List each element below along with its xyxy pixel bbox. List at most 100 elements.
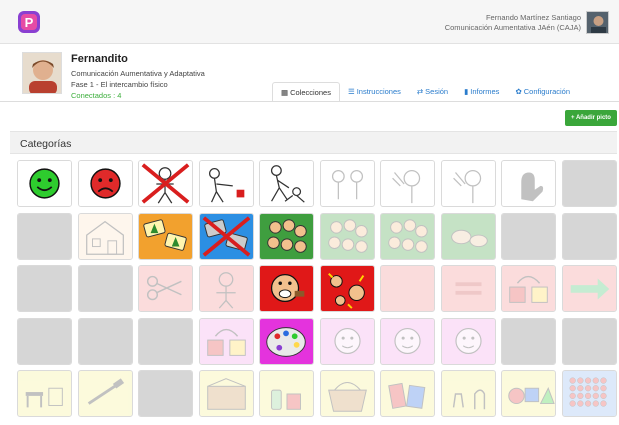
faded-crowd-picto[interactable] <box>380 212 435 260</box>
faded-many-picto[interactable] <box>561 370 617 417</box>
faded-squares-picto[interactable] <box>198 317 254 365</box>
student-communication: Comunicación Aumentativa y Adaptativa <box>71 69 205 78</box>
faded-tools-picto[interactable] <box>77 370 133 417</box>
no-picto[interactable] <box>138 160 193 207</box>
empty-picto[interactable] <box>77 317 133 365</box>
user-avatar[interactable] <box>586 11 609 34</box>
faded-face-picto[interactable] <box>319 317 375 365</box>
help-picto[interactable] <box>259 160 314 207</box>
exchange-icon: ⇄ <box>416 87 424 96</box>
empty-picto[interactable] <box>138 370 193 417</box>
user-name: Fernando Martínez Santiago <box>485 13 581 22</box>
picto-image <box>18 318 71 364</box>
picto-image <box>502 318 555 364</box>
tab-configuracion[interactable]: ✿ Configuración <box>507 82 578 101</box>
faded-books-picto[interactable] <box>380 370 435 417</box>
faded-animals-picto[interactable] <box>440 212 496 260</box>
picto-image <box>18 266 71 311</box>
angry-picto[interactable] <box>319 265 375 312</box>
picto-image <box>199 318 253 364</box>
picto-image <box>199 371 253 416</box>
empty-picto[interactable] <box>561 212 617 260</box>
faded-furniture-picto[interactable] <box>17 370 72 417</box>
empty-picto[interactable] <box>561 317 617 365</box>
svg-text:P: P <box>25 15 34 30</box>
faded-faces-picto[interactable] <box>380 317 435 365</box>
palette-picto[interactable] <box>259 317 314 365</box>
group-faces-picto[interactable] <box>259 212 314 260</box>
faded-box-picto[interactable] <box>198 370 254 417</box>
picto-image <box>199 213 253 259</box>
add-picto-button[interactable]: + Añadir picto <box>565 110 617 126</box>
faded-smile-picto[interactable] <box>440 317 496 365</box>
faded-people-picto[interactable] <box>319 160 375 207</box>
faded-change-picto[interactable] <box>501 265 556 312</box>
main-tabs: ▦ Colecciones ☰ Instrucciones ⇄ Sesión ▮ Inf… <box>272 82 578 101</box>
user-info[interactable]: Fernando Martínez Santiago Comunicación … <box>445 13 581 33</box>
tab-instrucciones[interactable]: ☰ Instrucciones <box>340 82 409 101</box>
empty-picto[interactable] <box>17 212 72 260</box>
empty-picto[interactable] <box>501 317 556 365</box>
picto-image <box>502 213 555 259</box>
faded-bye-picto[interactable] <box>440 160 496 207</box>
picto-image <box>441 266 495 311</box>
empty-picto[interactable] <box>17 317 72 365</box>
faded-arrow-picto[interactable] <box>561 265 617 312</box>
eat-picto[interactable] <box>259 265 314 312</box>
picto-image <box>199 161 253 206</box>
student-phase: Fase 1 - El intercambio físico <box>71 80 168 89</box>
faded-red-picto[interactable] <box>380 265 435 312</box>
trees-picto[interactable] <box>138 212 193 260</box>
picto-image <box>78 371 132 416</box>
faded-body-picto[interactable] <box>440 370 496 417</box>
happy-face-picto[interactable] <box>17 160 72 207</box>
picto-image <box>562 318 616 364</box>
student-avatar <box>22 52 62 94</box>
picto-image <box>562 161 616 206</box>
faded-hello-picto[interactable] <box>380 160 435 207</box>
picto-image <box>441 318 495 364</box>
picto-image <box>260 161 313 206</box>
faded-house-picto[interactable] <box>77 212 133 260</box>
faded-person-picto[interactable] <box>198 265 254 312</box>
empty-picto[interactable] <box>501 212 556 260</box>
picto-image <box>441 213 495 259</box>
faded-basket-picto[interactable] <box>319 370 375 417</box>
picto-image <box>78 266 132 311</box>
faded-equal-picto[interactable] <box>440 265 496 312</box>
picto-image <box>320 161 374 206</box>
picto-image <box>441 371 495 416</box>
picto-image <box>562 371 616 416</box>
empty-picto[interactable] <box>561 160 617 207</box>
empty-picto[interactable] <box>138 317 193 365</box>
faded-group-picto[interactable] <box>319 212 375 260</box>
picto-image <box>562 213 616 259</box>
tab-sesion[interactable]: ⇄ Sesión <box>409 82 456 101</box>
faded-scissors-picto[interactable] <box>138 265 193 312</box>
sad-face-picto[interactable] <box>77 160 133 207</box>
empty-picto[interactable] <box>77 265 133 312</box>
empty-picto[interactable] <box>17 265 72 312</box>
picto-image <box>78 318 132 364</box>
gear-icon: ✿ <box>515 87 522 96</box>
picto-image <box>381 213 434 259</box>
picto-image <box>441 161 495 206</box>
no-nature-picto[interactable] <box>198 212 254 260</box>
tab-colecciones[interactable]: ▦ Colecciones <box>272 82 340 101</box>
app-logo-icon[interactable]: P <box>16 9 42 35</box>
picto-image <box>139 371 192 416</box>
faded-hand-picto[interactable] <box>501 160 556 207</box>
faded-food-picto[interactable] <box>259 370 314 417</box>
picto-image <box>381 161 434 206</box>
file-icon: ▮ <box>464 87 469 96</box>
picto-grid <box>17 160 619 422</box>
picto-image <box>562 266 616 311</box>
faded-shapes-picto[interactable] <box>501 370 556 417</box>
picto-image <box>260 213 313 259</box>
give-picto[interactable] <box>198 160 254 207</box>
tab-informes[interactable]: ▮ Informes <box>456 82 507 101</box>
picto-image <box>139 161 192 206</box>
picto-image <box>320 213 374 259</box>
grid-icon: ▦ <box>281 88 289 97</box>
picto-image <box>139 318 192 364</box>
